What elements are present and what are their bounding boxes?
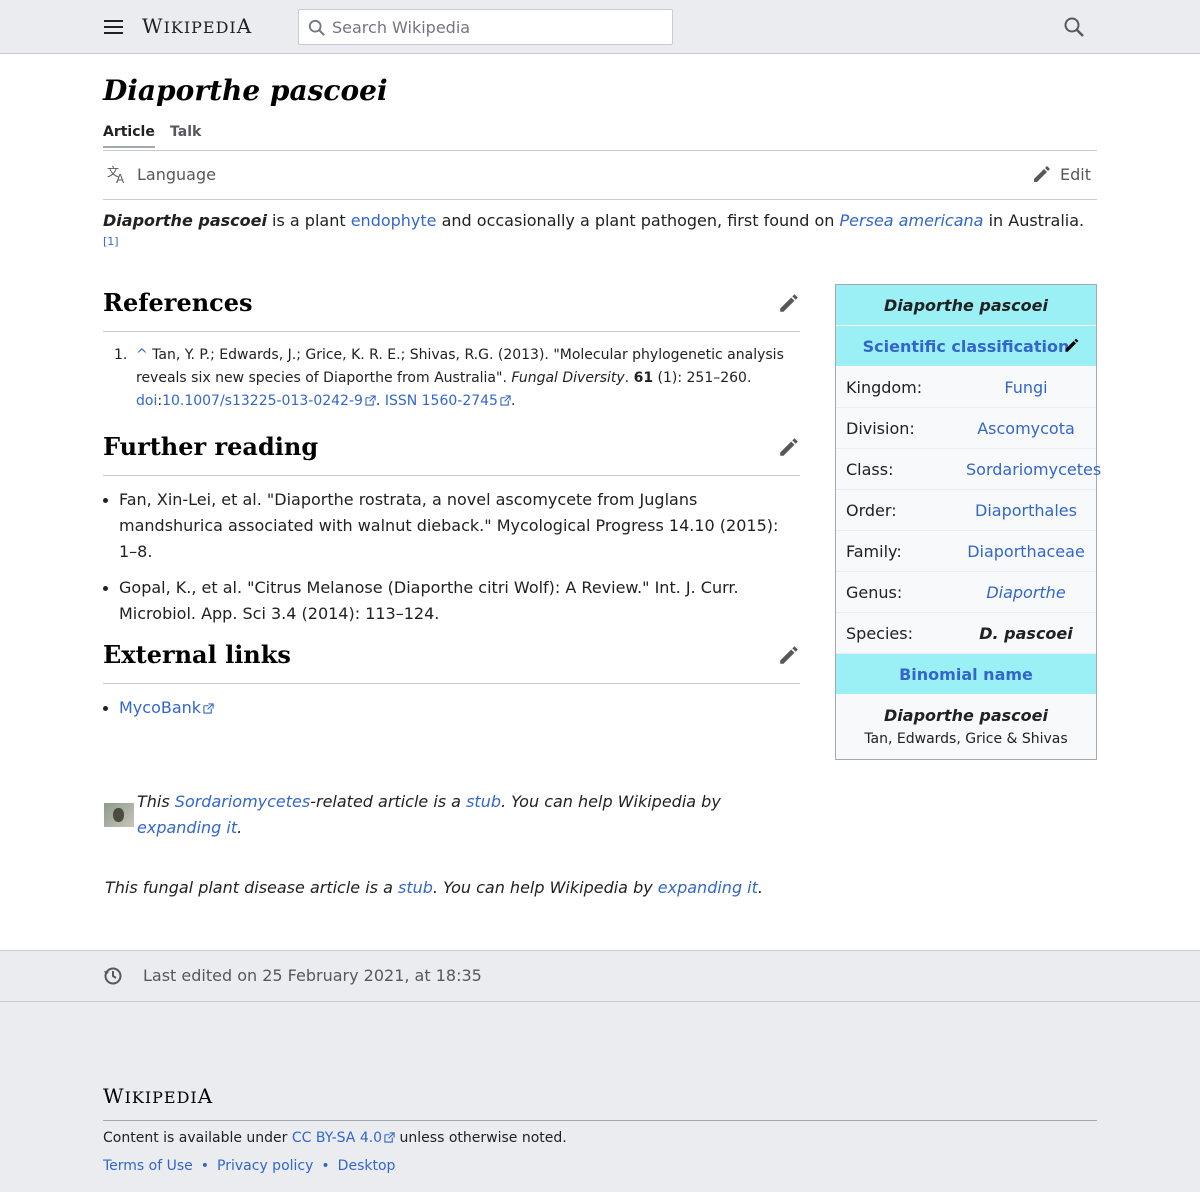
infobox-row-class: Class: Sordariomycetes	[836, 449, 1101, 490]
references-heading: References	[103, 284, 800, 332]
external-link-icon	[500, 395, 511, 406]
infobox-row-division: Division: Ascomycota	[836, 408, 1096, 449]
search-button-icon[interactable]	[1062, 15, 1086, 39]
stub-link[interactable]: stub	[398, 878, 433, 897]
divider	[103, 199, 1097, 200]
doi-value-link[interactable]: 10.1007/s13225-013-0242-9	[162, 393, 363, 409]
edit-page-button[interactable]: Edit	[1032, 164, 1091, 184]
expanding-it-link[interactable]: expanding it	[137, 818, 237, 837]
footer-wikipedia-wordmark: WIKIPEDIA	[103, 1084, 214, 1108]
sordariomycetes-stub-notice: This Sordariomycetes-related article is …	[103, 789, 800, 841]
infobox-row-kingdom: Kingdom: Fungi	[836, 367, 1096, 408]
external-link-icon	[203, 703, 214, 714]
backref-caret[interactable]: ^	[136, 347, 148, 363]
scientific-classification-header[interactable]: Scientific classification	[836, 326, 1096, 367]
wikipedia-wordmark[interactable]: WIKIPEDIA	[142, 14, 252, 38]
class-link[interactable]: Sordariomycetes	[966, 460, 1101, 479]
search-icon	[308, 19, 325, 36]
search-input[interactable]	[332, 10, 662, 44]
stub-thumbnail-image[interactable]	[104, 803, 134, 827]
persea-americana-link[interactable]: Persea americana	[840, 211, 984, 230]
hamburger-menu-icon[interactable]	[103, 17, 125, 37]
fungal-disease-stub-notice: This fungal plant disease article is a s…	[105, 878, 763, 897]
infobox-row-species: Species: D. pascoei	[836, 613, 1096, 654]
infobox-row-genus: Genus: Diaporthe	[836, 572, 1096, 613]
taxobox: Diaporthe pascoei Scientific classificat…	[835, 284, 1101, 760]
doi-link[interactable]: doi	[136, 393, 157, 409]
external-links-list: MycoBank	[103, 695, 800, 731]
further-reading-heading: Further reading	[103, 428, 800, 476]
page-title: Diaporthe pascoei	[103, 74, 388, 107]
list-item: Gopal, K., et al. "Citrus Melanose (Diap…	[103, 575, 800, 627]
division-link[interactable]: Ascomycota	[966, 419, 1086, 438]
footer-links: Terms of Use • Privacy policy • Desktop	[103, 1158, 396, 1174]
binomial-name: Diaporthe pascoei	[884, 706, 1048, 725]
tab-article[interactable]: Article	[103, 124, 155, 148]
expanding-it-link[interactable]: expanding it	[658, 878, 758, 897]
license-notice: Content is available under CC BY-SA 4.0 …	[103, 1130, 567, 1146]
reference-list: 1. ^ Tan, Y. P.; Edwards, J.; Grice, K. …	[103, 344, 800, 413]
pencil-icon	[1034, 166, 1051, 182]
divider	[103, 1120, 1097, 1121]
top-header: WIKIPEDIA	[0, 0, 1200, 54]
family-link[interactable]: Diaporthaceae	[966, 542, 1086, 561]
search-box[interactable]	[298, 9, 673, 45]
svg-text:A: A	[116, 172, 125, 184]
mycobank-link[interactable]: MycoBank	[119, 698, 201, 717]
list-item: MycoBank	[103, 695, 800, 721]
kingdom-link[interactable]: Fungi	[966, 378, 1086, 397]
further-reading-list: Fan, Xin-Lei, et al. "Diaporthe rostrata…	[103, 487, 800, 637]
terms-of-use-link[interactable]: Terms of Use	[103, 1158, 193, 1174]
reference-item: 1. ^ Tan, Y. P.; Edwards, J.; Grice, K. …	[114, 347, 784, 409]
external-links-heading: External links	[103, 636, 800, 684]
issn-link[interactable]: ISSN 1560-2745	[385, 393, 498, 409]
stub-link[interactable]: stub	[466, 792, 501, 811]
binomial-name-cell: Diaporthe pascoei Tan, Edwards, Grice & …	[836, 695, 1096, 759]
language-label: Language	[137, 164, 216, 184]
privacy-policy-link[interactable]: Privacy policy	[217, 1158, 313, 1174]
external-link-icon	[384, 1132, 395, 1143]
order-link[interactable]: Diaporthales	[966, 501, 1086, 520]
tab-talk[interactable]: Talk	[170, 124, 201, 140]
edit-label: Edit	[1060, 164, 1091, 184]
infobox-title: Diaporthe pascoei	[836, 285, 1096, 326]
desktop-link[interactable]: Desktop	[338, 1158, 396, 1174]
infobox-row-order: Order: Diaporthales	[836, 490, 1096, 531]
last-edited-text: Last edited on 25 February 2021, at 18:3…	[143, 966, 482, 985]
history-clock-icon	[104, 967, 122, 985]
section-edit-pencil-icon[interactable]	[778, 436, 800, 458]
divider	[103, 150, 1097, 151]
external-link-icon	[365, 395, 376, 406]
list-item: Fan, Xin-Lei, et al. "Diaporthe rostrata…	[103, 487, 800, 565]
cc-by-sa-link[interactable]: CC BY-SA 4.0	[292, 1130, 382, 1146]
binomial-authority: Tan, Edwards, Grice & Shivas	[864, 731, 1068, 747]
footer: WIKIPEDIA Content is available under CC …	[0, 1002, 1200, 1192]
binomial-name-header[interactable]: Binomial name	[836, 654, 1096, 695]
citation-link[interactable]: [1]	[103, 235, 119, 248]
genus-link[interactable]: Diaporthe	[966, 583, 1086, 602]
species-value: D. pascoei	[979, 624, 1073, 643]
lead-paragraph: Diaporthe pascoei is a plant endophyte a…	[103, 211, 1085, 248]
language-icon: 文A	[107, 164, 125, 184]
section-edit-pencil-icon[interactable]	[778, 292, 800, 314]
section-edit-pencil-icon[interactable]	[778, 644, 800, 666]
language-button[interactable]: 文A Language	[107, 164, 216, 184]
last-edited-bar[interactable]: Last edited on 25 February 2021, at 18:3…	[0, 950, 1200, 1002]
infobox-row-family: Family: Diaporthaceae	[836, 531, 1096, 572]
endophyte-link[interactable]: endophyte	[351, 211, 437, 230]
sordariomycetes-link[interactable]: Sordariomycetes	[175, 792, 310, 811]
edit-classification-pencil-icon[interactable]	[1064, 337, 1080, 353]
